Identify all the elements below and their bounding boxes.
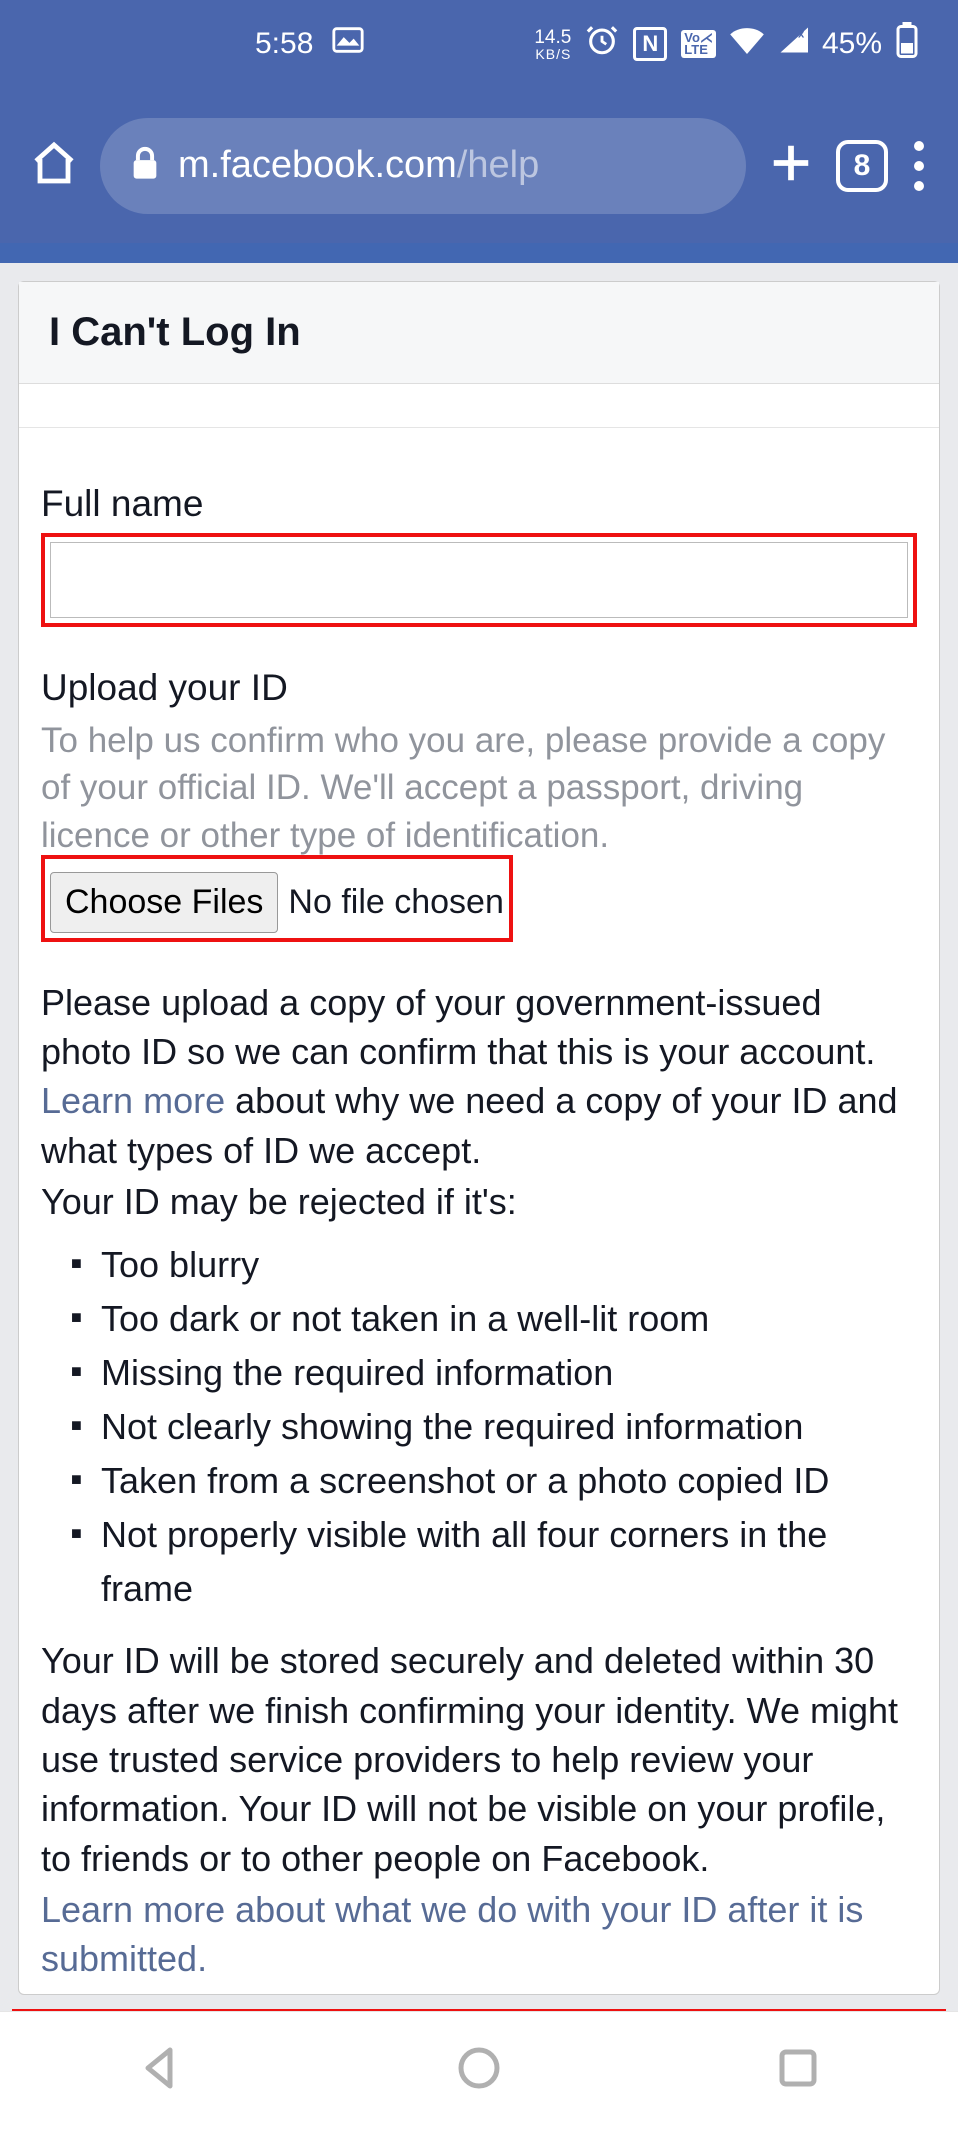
learn-more-storage-link[interactable]: Learn more about what we do with your ID… <box>41 1885 917 1984</box>
battery-icon <box>896 22 918 66</box>
android-status-bar: 5:58 14.5 KB/S N Vo⋌LTE x 45% <box>0 0 958 88</box>
list-item: Too dark or not taken in a well-lit room <box>71 1292 917 1346</box>
full-name-label: Full name <box>41 483 917 525</box>
browser-menu-icon[interactable] <box>910 137 928 195</box>
nfc-icon: N <box>633 27 667 61</box>
volte-icon: Vo⋌LTE <box>681 30 716 57</box>
list-item: Taken from a screenshot or a photo copie… <box>71 1454 917 1508</box>
recents-icon[interactable] <box>774 2044 822 2097</box>
tabs-button[interactable]: 8 <box>836 140 888 192</box>
instructions-paragraph: Please upload a copy of your government-… <box>41 978 917 1175</box>
wifi-icon <box>730 26 764 62</box>
home-icon[interactable] <box>30 139 78 192</box>
page-title: I Can't Log In <box>19 282 939 384</box>
list-item: Too blurry <box>71 1238 917 1292</box>
upload-id-helper: To help us confirm who you are, please p… <box>41 717 917 859</box>
battery-percentage: 45% <box>822 27 882 61</box>
home-nav-icon[interactable] <box>455 2044 503 2097</box>
facebook-header-strip <box>0 243 958 263</box>
lock-icon <box>130 146 160 185</box>
list-item: Not properly visible with all four corne… <box>71 1508 917 1616</box>
upload-id-label: Upload your ID <box>41 667 917 709</box>
svg-text:x: x <box>798 29 805 41</box>
full-name-highlight <box>41 533 917 627</box>
chrome-toolbar: m.facebook.com/help 8 <box>0 88 958 243</box>
address-bar[interactable]: m.facebook.com/help <box>100 118 746 214</box>
new-tab-icon[interactable] <box>768 140 814 191</box>
help-form-card: I Can't Log In Full name Upload your ID … <box>18 281 940 1995</box>
list-item: Missing the required information <box>71 1346 917 1400</box>
full-name-input[interactable] <box>50 542 908 618</box>
screenshot-notification-icon <box>331 23 365 65</box>
back-icon[interactable] <box>136 2044 184 2097</box>
choose-files-button[interactable]: Choose Files <box>50 872 278 933</box>
rejected-intro: Your ID may be rejected if it's: <box>41 1177 917 1226</box>
list-item: Not clearly showing the required informa… <box>71 1400 917 1454</box>
alarm-icon <box>585 23 619 65</box>
cell-signal-icon: x <box>778 26 808 62</box>
file-input-highlight: Choose Files No file chosen <box>41 855 513 942</box>
file-status-text: No file chosen <box>288 883 503 922</box>
storage-paragraph: Your ID will be stored securely and dele… <box>41 1636 917 1883</box>
url-text: m.facebook.com/help <box>178 144 539 187</box>
network-speed-indicator: 14.5 KB/S <box>534 28 571 61</box>
status-time: 5:58 <box>255 27 313 61</box>
android-nav-bar <box>0 2011 958 2129</box>
rejection-reasons-list: Too blurry Too dark or not taken in a we… <box>71 1238 917 1616</box>
learn-more-link[interactable]: Learn more <box>41 1080 225 1121</box>
